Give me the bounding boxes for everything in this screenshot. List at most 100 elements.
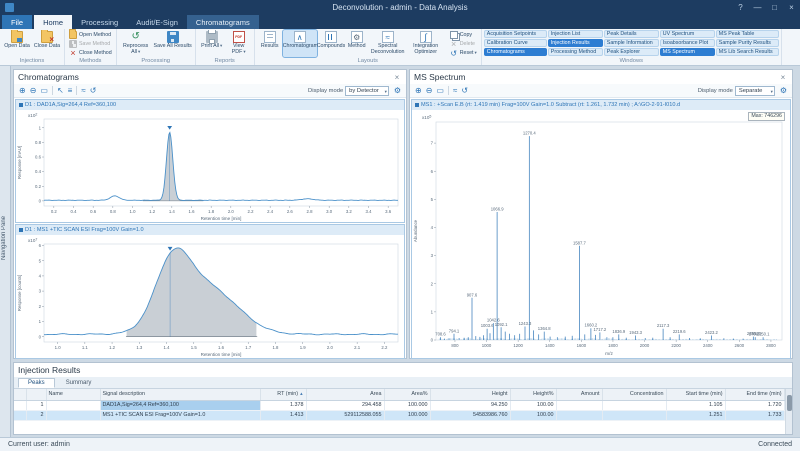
table-cell[interactable]: 2 <box>26 410 46 420</box>
chromatograms-button[interactable]: Chromatograms <box>283 30 317 57</box>
table-cell[interactable] <box>602 400 666 410</box>
window-button-ms-peak-table[interactable]: MS Peak Table <box>716 30 779 38</box>
stack-icon[interactable]: ≡ <box>66 85 75 97</box>
table-row[interactable]: 1 DAD1A,Sig=264,4 Ref=360,1001.378294.458… <box>14 400 784 410</box>
save-all-results-button[interactable]: Save All Results <box>153 30 193 57</box>
close-icon[interactable]: × <box>778 73 788 82</box>
table-cell[interactable]: 529112588.055 <box>306 410 384 420</box>
ms-spectrum-plot[interactable]: 0123456780010001200140016001800200022002… <box>412 110 792 358</box>
window-button-peak-explorer[interactable]: Peak Explorer <box>604 48 659 56</box>
save-method-button[interactable]: Save Method <box>67 39 114 48</box>
table-cell[interactable] <box>14 400 26 410</box>
column-header-signal-description[interactable]: Signal description <box>100 389 260 400</box>
tab-peaks[interactable]: Peaks <box>18 378 55 388</box>
column-header-concentration[interactable]: Concentration <box>602 389 666 400</box>
autoscale-icon[interactable]: ↺ <box>88 85 99 97</box>
window-button-sample-purity-results[interactable]: Sample Purity Results <box>716 39 779 47</box>
zoom-in-icon[interactable]: ⊕ <box>413 85 424 97</box>
help-icon[interactable]: ? <box>732 0 749 15</box>
maximize-button[interactable]: □ <box>766 0 783 15</box>
table-cell[interactable]: DAD1A,Sig=264,4 Ref=360,100 <box>100 400 260 410</box>
display-mode-select[interactable]: by Detector▾ <box>345 86 389 96</box>
tab-summary[interactable]: Summary <box>56 378 102 388</box>
dad1-chromatogram-block[interactable]: D1 : DAD1A,Sig=264,4 Ref=360,100 00.20.4… <box>15 99 405 223</box>
open-method-button[interactable]: Open Method <box>67 30 114 39</box>
table-cell[interactable]: 1.251 <box>666 410 725 420</box>
table-cell[interactable]: 1.720 <box>725 400 784 410</box>
table-cell[interactable]: 100.000 <box>384 410 430 420</box>
extract-spectrum-icon[interactable]: ≈ <box>451 85 459 97</box>
table-cell[interactable]: 100.000 <box>384 400 430 410</box>
ribbon-tab-processing[interactable]: Processing <box>72 15 127 29</box>
column-header-area[interactable]: Area% <box>384 389 430 400</box>
table-cell[interactable]: 1.733 <box>725 410 784 420</box>
table-cell[interactable]: 1.413 <box>260 410 306 420</box>
zoom-full-icon[interactable]: ▭ <box>38 85 50 97</box>
table-cell[interactable]: MS1 +TIC SCAN ESI Frag=100V Gain=1.0 <box>100 410 260 420</box>
column-header-height[interactable]: Height% <box>510 389 556 400</box>
ms1-chromatogram-block[interactable]: D1 : MS1 +TIC SCAN ESI Frag=100V Gain=1.… <box>15 224 405 359</box>
window-button-injection-list[interactable]: Injection List <box>548 30 603 38</box>
window-button-injection-results[interactable]: Injection Results <box>548 39 603 47</box>
column-header-area[interactable]: Area <box>306 389 384 400</box>
window-button-isoabsorbance-plot[interactable]: Isoabsorbance Plot <box>660 39 715 47</box>
column-header-blank[interactable] <box>14 389 26 400</box>
table-cell[interactable] <box>46 400 100 410</box>
display-mode-select[interactable]: Separate▾ <box>735 86 775 96</box>
settings-icon[interactable]: ⚙ <box>392 85 403 97</box>
zoom-full-icon[interactable]: ▭ <box>434 85 446 97</box>
pan-icon[interactable]: ↖ <box>55 85 66 97</box>
window-button-sample-information[interactable]: Sample Information <box>604 39 659 47</box>
column-header-amount[interactable]: Amount <box>556 389 602 400</box>
open-data-button[interactable]: Open Data <box>2 30 32 57</box>
table-cell[interactable] <box>556 410 602 420</box>
ribbon-tab-home[interactable]: Home <box>34 15 72 29</box>
close-method-button[interactable]: Close Method <box>67 48 114 57</box>
reprocess-all-button[interactable]: Reprocess All▾ <box>119 30 153 57</box>
view-pdf-button[interactable]: View PDF▾ <box>226 30 252 57</box>
table-cell[interactable]: 294.458 <box>306 400 384 410</box>
column-header-height[interactable]: Height <box>430 389 510 400</box>
table-cell[interactable] <box>46 410 100 420</box>
method-button[interactable]: Method <box>345 30 369 57</box>
table-cell[interactable]: 100.00 <box>510 410 556 420</box>
table-cell[interactable]: 100.00 <box>510 400 556 410</box>
reset-button[interactable]: Reset▾ <box>448 48 479 57</box>
compounds-button[interactable]: Compounds <box>317 30 345 57</box>
ribbon-tab-file[interactable]: File <box>2 15 32 29</box>
close-data-button[interactable]: Close Data <box>32 30 62 57</box>
print-all-button[interactable]: Print All▾ <box>198 30 226 57</box>
table-cell[interactable]: 1.378 <box>260 400 306 410</box>
ribbon-tab-audit-e-sign[interactable]: Audit/E-Sign <box>127 15 187 29</box>
table-cell[interactable]: 94.250 <box>430 400 510 410</box>
column-header-rt-min[interactable]: RT (min) ▲ <box>260 389 306 400</box>
window-button-calibration-curve[interactable]: Calibration Curve <box>484 39 547 47</box>
window-button-ms-lib-search-results[interactable]: MS Lib Search Results <box>716 48 779 56</box>
autoscale-icon[interactable]: ↺ <box>459 85 470 97</box>
results-button[interactable]: Results <box>257 30 283 57</box>
ms-spectrum-block[interactable]: MS1 : +Scan E.B (rt: 1.419 min) Frag=100… <box>411 99 791 359</box>
table-cell[interactable]: 54583986.760 <box>430 410 510 420</box>
ribbon-tab-chromatograms[interactable]: Chromatograms <box>187 15 259 29</box>
spectral-deconvolution-button[interactable]: Spectral Deconvolution <box>369 30 407 57</box>
close-button[interactable]: × <box>783 0 800 15</box>
table-cell[interactable] <box>556 400 602 410</box>
window-button-processing-method[interactable]: Processing Method <box>548 48 603 56</box>
window-button-acquisition-setpoints[interactable]: Acquisition Setpoints <box>484 30 547 38</box>
window-button-peak-details[interactable]: Peak Details <box>604 30 659 38</box>
table-cell[interactable]: 1 <box>26 400 46 410</box>
table-cell[interactable] <box>14 410 26 420</box>
integration-optimizer-button[interactable]: Integration Optimizer <box>407 30 445 57</box>
delete-button[interactable]: Delete <box>448 39 479 48</box>
table-cell[interactable]: 1.105 <box>666 400 725 410</box>
scrollbar-thumb[interactable] <box>787 395 792 411</box>
settings-icon[interactable]: ⚙ <box>778 85 789 97</box>
navigation-pane-tab[interactable]: Navigation Pane <box>0 66 11 437</box>
dad1-plot[interactable]: 00.20.40.60.810.20.40.60.81.01.21.41.61.… <box>16 110 406 222</box>
table-cell[interactable] <box>602 410 666 420</box>
close-icon[interactable]: × <box>392 73 402 82</box>
zoom-out-icon[interactable]: ⊖ <box>424 85 435 97</box>
window-button-chromatograms[interactable]: Chromatograms <box>484 48 547 56</box>
zoom-out-icon[interactable]: ⊖ <box>28 85 39 97</box>
column-header-end-time-min[interactable]: End time (min) <box>725 389 784 400</box>
